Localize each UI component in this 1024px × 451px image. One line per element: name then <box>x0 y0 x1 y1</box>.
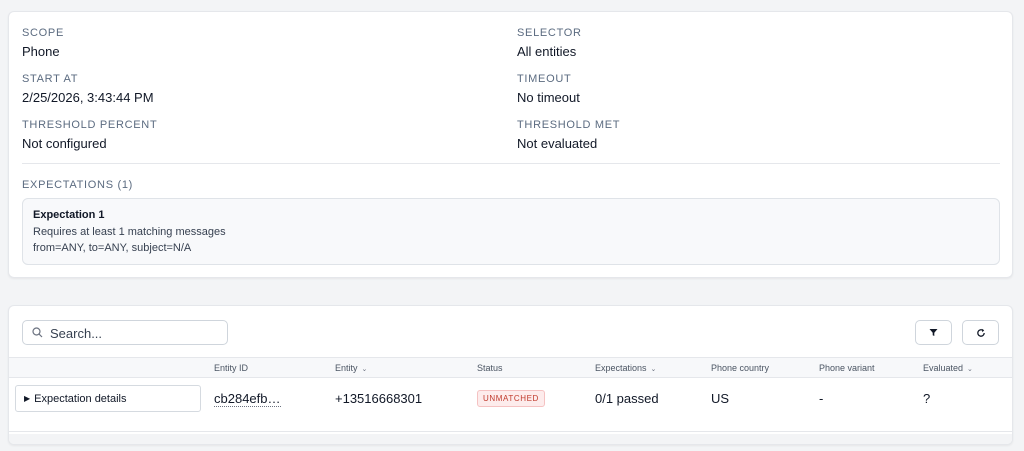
timeout-label: TIMEOUT <box>517 73 572 85</box>
entity-cell: +13516668301 <box>335 391 423 406</box>
expectation-title: Expectation 1 <box>33 209 105 221</box>
column-header-expectations[interactable]: Expectations ⌄ <box>595 363 656 373</box>
column-header-entity-id[interactable]: Entity ID <box>214 363 248 373</box>
column-header-entity[interactable]: Entity ⌄ <box>335 363 367 373</box>
refresh-button[interactable] <box>962 320 999 345</box>
search-input[interactable] <box>50 324 220 342</box>
filter-icon <box>929 329 938 336</box>
column-label: Status <box>477 363 503 373</box>
column-label: Expectations <box>595 363 647 373</box>
column-label: Entity <box>335 363 358 373</box>
filter-button[interactable] <box>915 320 952 345</box>
threshold-percent-value: Not configured <box>22 136 107 151</box>
expectation-requirement: Requires at least 1 matching messages <box>33 226 226 238</box>
expectations-cell: 0/1 passed <box>595 391 659 406</box>
caret-right-icon: ▶ <box>24 394 31 403</box>
chevron-down-icon: ⌄ <box>650 366 657 373</box>
column-header-evaluated[interactable]: Evaluated ⌄ <box>923 363 973 373</box>
timeout-value: No timeout <box>517 90 580 105</box>
phone-country-cell: US <box>711 391 730 406</box>
evaluated-cell: ? <box>923 391 931 406</box>
selector-label: SELECTOR <box>517 27 582 39</box>
column-label: Phone variant <box>819 363 875 373</box>
column-header-phone-country[interactable]: Phone country <box>711 363 769 373</box>
divider <box>22 163 1000 164</box>
column-header-status[interactable]: Status <box>477 363 503 373</box>
column-header-phone-variant[interactable]: Phone variant <box>819 363 875 373</box>
search-box[interactable] <box>22 320 228 345</box>
scope-value: Phone <box>22 44 60 59</box>
entities-table-card: Entity ID Entity⌄ Status Expectations⌄ P… <box>8 305 1013 445</box>
expectation-card: Expectation 1 Requires at least 1 matchi… <box>22 198 1000 265</box>
threshold-met-value: Not evaluated <box>517 136 598 151</box>
phone-variant-cell: - <box>819 391 824 406</box>
search-icon <box>32 327 43 338</box>
details-label: Expectation details <box>34 392 127 405</box>
chevron-down-icon: ⌄ <box>967 366 973 373</box>
table-row: ▶ Expectation details cb284efb… +1351666… <box>9 378 1012 432</box>
start-at-value: 2/25/2026, 3:43:44 PM <box>22 90 154 105</box>
threshold-percent-label: THRESHOLD PERCENT <box>22 119 158 131</box>
scope-label: SCOPE <box>22 27 65 39</box>
column-label: Evaluated <box>923 363 964 373</box>
chevron-down-icon: ⌄ <box>361 366 368 373</box>
expectation-criteria: from=ANY, to=ANY, subject=N/A <box>33 242 192 254</box>
column-label: Entity ID <box>214 363 249 373</box>
expectation-details-toggle[interactable]: ▶ Expectation details <box>15 385 201 412</box>
refresh-icon <box>976 328 985 337</box>
run-details-card: SCOPE Phone SELECTOR All entities START … <box>8 11 1013 278</box>
entity-id-cell[interactable]: cb284efb… <box>214 391 281 407</box>
threshold-met-label: THRESHOLD MET <box>517 119 621 131</box>
expectations-heading: EXPECTATIONS (1) <box>22 179 134 191</box>
table-header: Entity ID Entity ⌄ Status Expectations ⌄ P… <box>9 357 1012 378</box>
column-label: Phone country <box>711 363 770 373</box>
status-badge: UNMATCHED <box>477 390 545 407</box>
selector-value: All entities <box>517 44 577 59</box>
horizontal-scrollbar[interactable] <box>9 434 1012 444</box>
start-at-label: START AT <box>22 73 79 85</box>
